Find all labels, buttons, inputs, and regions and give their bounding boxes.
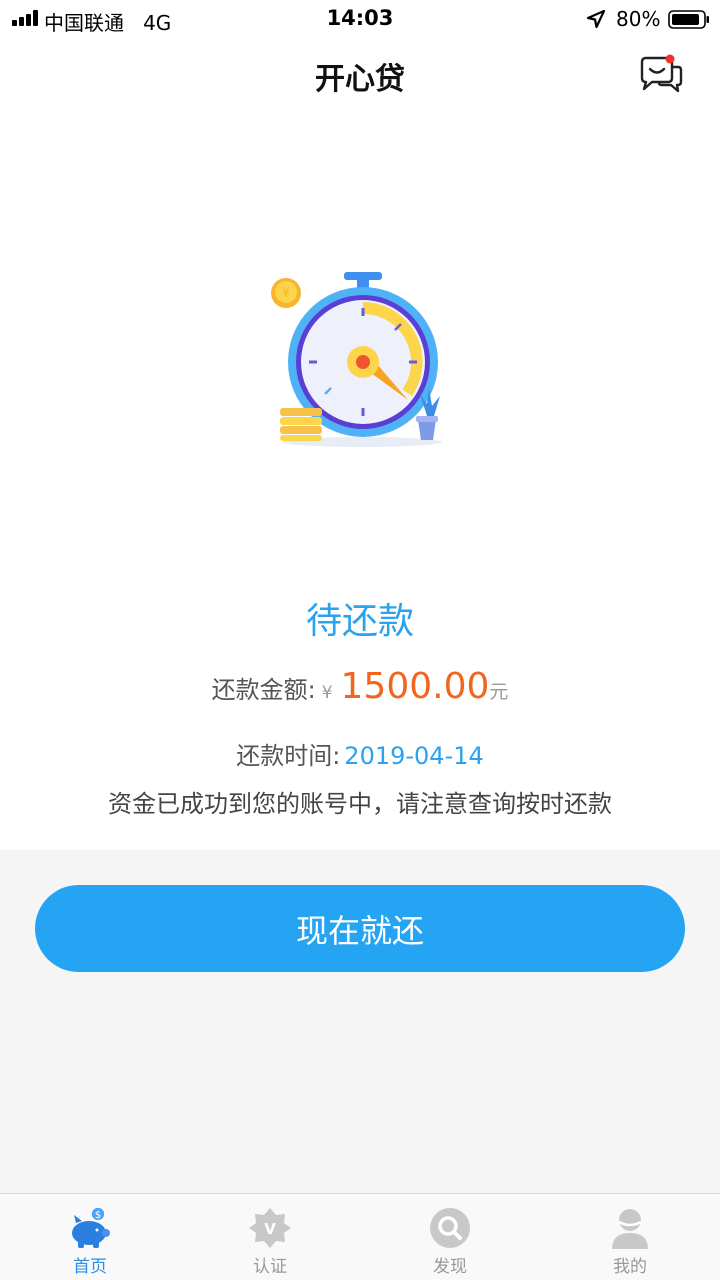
piggy-bank-icon: $ [72,1206,110,1248]
discover-search-icon [430,1208,470,1248]
svg-text:V: V [264,1220,276,1238]
battery-percentage: 80% [616,7,661,31]
amount-unit: 元 [489,681,509,703]
user-profile-icon [612,1209,648,1249]
currency-symbol: ¥ [321,683,333,703]
tab-discover[interactable]: 发现 [360,1194,540,1280]
location-arrow-icon [586,9,606,29]
tab-verify-label: 认证 [253,1257,287,1277]
tab-verify[interactable]: V 认证 [180,1194,360,1280]
svg-text:¥: ¥ [282,286,290,301]
repay-now-button[interactable]: 现在就还 [35,885,685,972]
loan-status: 待还款 [305,601,414,642]
tab-mine[interactable]: 我的 [540,1194,720,1280]
notice-text: 资金已成功到您的账号中，请注意查询按时还款 [108,790,612,818]
repayment-amount: 1500.00 [340,666,490,707]
verify-badge-icon: V [249,1208,291,1248]
tab-home-label: 首页 [73,1257,107,1277]
tab-mine-label: 我的 [613,1257,647,1277]
tab-bar: $ 首页 V 认证 发现 我的 [0,1193,720,1280]
status-bar: 中国联通 4G 14:03 80% [0,0,720,38]
chat-bubble-icon [640,54,683,93]
status-time: 14:03 [326,6,394,30]
battery-icon [668,10,709,29]
message-button[interactable] [636,52,686,96]
amount-label: 还款金额: [211,676,316,704]
repayment-timer-illustration: ¥ [271,272,442,447]
tab-discover-label: 发现 [433,1257,467,1277]
repayment-date: 2019-04-14 [344,742,484,770]
date-label: 还款时间: [236,742,341,770]
page-title: 开心贷 [315,62,405,97]
tab-home[interactable]: $ 首页 [0,1194,180,1280]
svg-text:$: $ [95,1210,101,1221]
repayment-date-row: 还款时间: 2019-04-14 [0,736,720,771]
repayment-amount-row: 还款金额: ¥ 1500.00 元 [0,666,720,707]
